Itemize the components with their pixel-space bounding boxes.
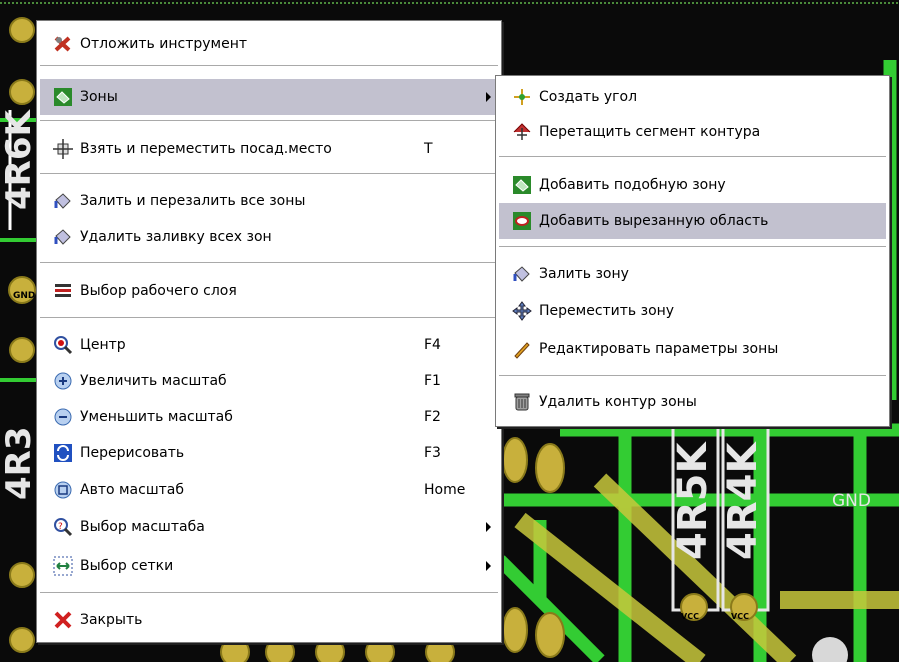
- menu-separator: [40, 173, 498, 175]
- menu-item-label: Уменьшить масштаб: [80, 409, 233, 425]
- ref-r5: 4R5K: [670, 441, 716, 560]
- zoom-in-icon: [53, 371, 73, 391]
- menu-item-shortcut: F1: [424, 373, 441, 389]
- ref-r3: 4R3: [0, 427, 39, 501]
- menu-item-label: Увеличить масштаб: [80, 373, 227, 389]
- menu-item-label: Удалить заливку всех зон: [80, 229, 272, 245]
- menu-item-shortcut: Home: [424, 482, 466, 498]
- fill-zones-icon: [53, 191, 73, 211]
- menu-item-zoom-select[interactable]: ? Выбор масштаба: [40, 509, 498, 545]
- menu-item-unfill-all-zones[interactable]: Удалить заливку всех зон: [40, 219, 498, 255]
- submenu-arrow-icon: [486, 92, 491, 102]
- submenu-item-move-zone[interactable]: Переместить зону: [499, 293, 886, 329]
- submenu-item-add-corner[interactable]: Создать угол: [499, 79, 886, 115]
- close-icon: [53, 610, 73, 630]
- submenu-item-drag-segment[interactable]: Перетащить сегмент контура: [499, 114, 886, 150]
- menu-item-label: Авто масштаб: [80, 482, 185, 498]
- menu-item-label: Выбор масштаба: [80, 519, 205, 535]
- fill-zone-icon: [512, 264, 532, 284]
- menu-item-shortcut: T: [424, 141, 433, 157]
- menu-item-shortcut: F4: [424, 337, 441, 353]
- move-zone-icon: [512, 301, 532, 321]
- layers-icon: [53, 281, 73, 301]
- menu-separator: [499, 156, 886, 158]
- menu-item-label: Перерисовать: [80, 445, 185, 461]
- delete-zone-icon: [512, 392, 532, 412]
- menu-item-label: Переместить зону: [539, 303, 675, 319]
- drag-segment-icon: [512, 122, 532, 142]
- menu-item-redraw[interactable]: Перерисовать F3: [40, 435, 498, 471]
- ref-r4: 4R4K: [720, 441, 766, 560]
- menu-separator: [499, 375, 886, 377]
- submenu-item-add-cutout[interactable]: Добавить вырезанную область: [499, 203, 886, 239]
- menu-item-label: Добавить подобную зону: [539, 177, 726, 193]
- move-footprint-icon: [53, 139, 73, 159]
- cancel-tool-icon: [53, 34, 73, 54]
- edit-zone-icon: [512, 339, 532, 359]
- redraw-icon: [53, 443, 73, 463]
- submenu-item-fill-zone[interactable]: Залить зону: [499, 256, 886, 292]
- menu-separator: [40, 262, 498, 264]
- grid-select-icon: [53, 556, 73, 576]
- menu-separator: [40, 592, 498, 594]
- zoom-center-icon: [53, 335, 73, 355]
- menu-item-zoom-in[interactable]: Увеличить масштаб F1: [40, 363, 498, 399]
- zoom-auto-icon: [53, 480, 73, 500]
- menu-item-close[interactable]: Закрыть: [40, 602, 498, 638]
- menu-item-label: Взять и переместить посад.место: [80, 141, 332, 157]
- menu-item-label: Редактировать параметры зоны: [539, 341, 779, 357]
- menu-item-zones[interactable]: Зоны: [40, 79, 498, 115]
- menu-item-move-footprint[interactable]: Взять и переместить посад.место T: [40, 131, 498, 167]
- menu-item-shortcut: F3: [424, 445, 441, 461]
- menu-item-label: Создать угол: [539, 89, 638, 105]
- menu-item-label: Зоны: [80, 89, 118, 105]
- submenu-arrow-icon: [486, 522, 491, 532]
- svg-text:?: ?: [58, 522, 63, 532]
- context-menu: Отложить инструмент Зоны Взять и перемес…: [36, 20, 502, 643]
- unfill-zones-icon: [53, 227, 73, 247]
- menu-item-label: Закрыть: [80, 612, 143, 628]
- menu-item-select-layer[interactable]: Выбор рабочего слоя: [40, 273, 498, 309]
- pad-vcc-1: VCC: [681, 612, 699, 621]
- menu-item-label: Залить зону: [539, 266, 629, 282]
- menu-separator: [40, 317, 498, 319]
- similar-zone-icon: [512, 175, 532, 195]
- cutout-area-icon: [512, 211, 532, 231]
- pad-vcc-2: VCC: [731, 612, 749, 621]
- menu-item-label: Залить и перезалить все зоны: [80, 193, 306, 209]
- menu-item-center[interactable]: Центр F4: [40, 327, 498, 363]
- menu-separator: [499, 246, 886, 248]
- zoom-out-icon: [53, 407, 73, 427]
- menu-item-shortcut: F2: [424, 409, 441, 425]
- menu-item-grid-select[interactable]: Выбор сетки: [40, 548, 498, 584]
- ref-r6: 4R6K: [0, 109, 39, 210]
- zone-icon: [53, 87, 73, 107]
- menu-item-label: Выбор сетки: [80, 558, 174, 574]
- menu-separator: [40, 65, 498, 67]
- menu-item-label: Добавить вырезанную область: [539, 213, 769, 229]
- zoom-select-icon: ?: [53, 517, 73, 537]
- add-corner-icon: [512, 87, 532, 107]
- menu-item-label: Выбор рабочего слоя: [80, 283, 237, 299]
- menu-item-label: Перетащить сегмент контура: [539, 124, 761, 140]
- submenu-item-add-similar-zone[interactable]: Добавить подобную зону: [499, 167, 886, 203]
- menu-item-cancel-tool[interactable]: Отложить инструмент: [40, 26, 498, 62]
- pad-gnd-label: GND: [13, 291, 35, 301]
- submenu-arrow-icon: [486, 561, 491, 571]
- menu-item-fill-all-zones[interactable]: Залить и перезалить все зоны: [40, 183, 498, 219]
- submenu-item-delete-zone-outline[interactable]: Удалить контур зоны: [499, 384, 886, 420]
- zones-submenu: Создать угол Перетащить сегмент контура …: [495, 75, 890, 427]
- menu-item-zoom-out[interactable]: Уменьшить масштаб F2: [40, 399, 498, 435]
- menu-item-label: Удалить контур зоны: [539, 394, 697, 410]
- net-label-gnd: GND: [832, 491, 871, 511]
- menu-separator: [40, 120, 498, 122]
- menu-item-zoom-auto[interactable]: Авто масштаб Home: [40, 472, 498, 508]
- menu-item-label: Центр: [80, 337, 126, 353]
- submenu-item-edit-zone-params[interactable]: Редактировать параметры зоны: [499, 331, 886, 367]
- menu-item-label: Отложить инструмент: [80, 36, 248, 52]
